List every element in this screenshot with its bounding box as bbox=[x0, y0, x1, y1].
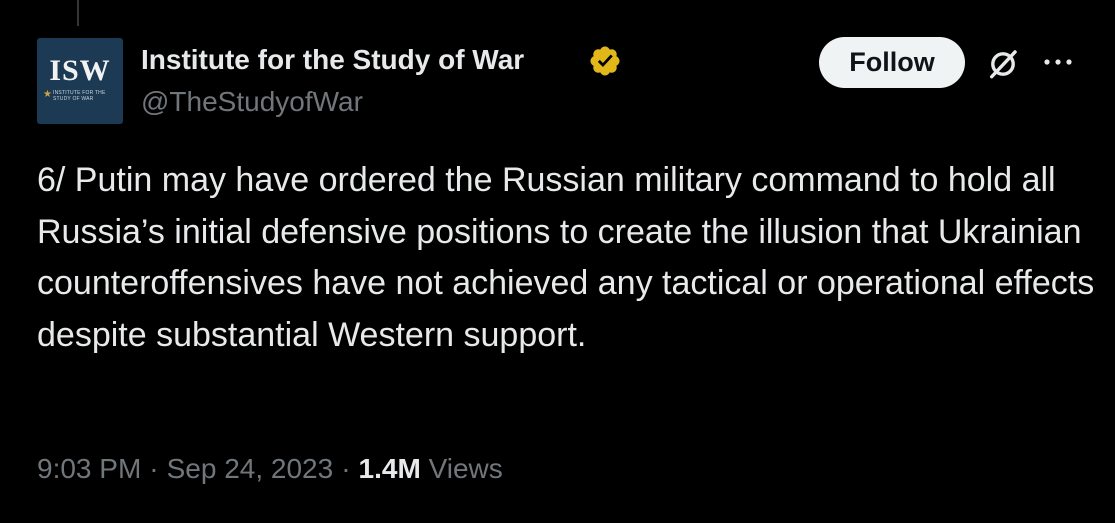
author-handle[interactable]: @TheStudyofWar bbox=[141, 86, 363, 118]
meta-separator: · bbox=[149, 453, 159, 484]
avatar-logo-text: ISW bbox=[49, 54, 111, 87]
grok-icon[interactable] bbox=[986, 47, 1020, 81]
verified-badge-icon[interactable] bbox=[588, 44, 622, 78]
avatar[interactable]: ISW ★ INSTITUTE FOR THE STUDY OF WAR bbox=[37, 38, 123, 124]
views-label: Views bbox=[428, 453, 503, 484]
tweet-metadata: 9:03 PM · Sep 24, 2023 · 1.4M Views bbox=[37, 452, 503, 486]
views-count[interactable]: 1.4M bbox=[359, 453, 421, 484]
follow-button[interactable]: Follow bbox=[819, 37, 965, 88]
star-icon: ★ bbox=[43, 89, 52, 100]
tweet-date[interactable]: Sep 24, 2023 bbox=[167, 453, 334, 484]
meta-separator: · bbox=[341, 453, 351, 484]
more-horizontal-icon[interactable] bbox=[1041, 52, 1075, 72]
tweet-text: 6/ Putin may have ordered the Russian mi… bbox=[37, 161, 1095, 354]
author-display-name[interactable]: Institute for the Study of War bbox=[141, 44, 524, 76]
thread-connector-line bbox=[77, 0, 79, 26]
avatar-logo-subtext: INSTITUTE FOR THE STUDY OF WAR bbox=[53, 90, 106, 102]
tweet-time[interactable]: 9:03 PM bbox=[37, 453, 141, 484]
